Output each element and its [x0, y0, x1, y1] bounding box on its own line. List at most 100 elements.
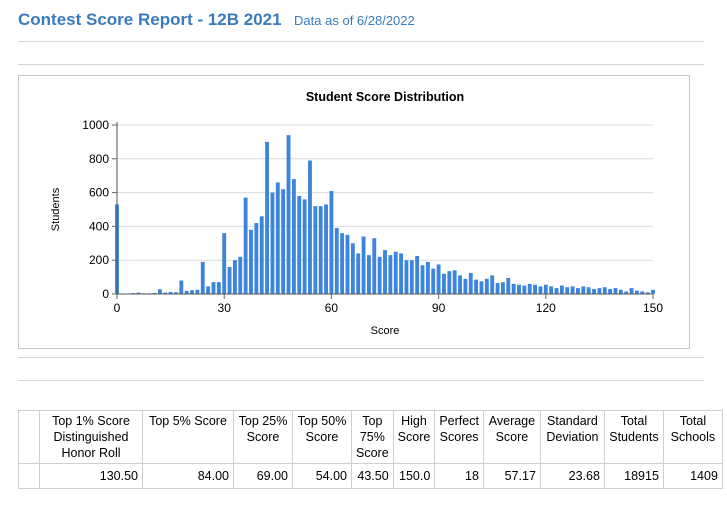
x-tick-label: 120	[536, 301, 556, 315]
histogram-bar	[297, 195, 302, 294]
histogram-bar	[629, 288, 634, 294]
y-tick-label: 400	[89, 219, 109, 233]
histogram-bar	[222, 233, 227, 294]
histogram-bar	[463, 278, 468, 294]
x-tick-label: 90	[432, 301, 446, 315]
histogram-bar	[409, 260, 414, 294]
histogram-bar	[350, 243, 355, 294]
histogram-bar	[527, 283, 532, 294]
histogram-bar	[366, 255, 371, 294]
x-tick-label: 30	[218, 301, 232, 315]
divider	[18, 41, 704, 42]
histogram-bar	[442, 273, 446, 294]
col-top1: Top 1% Score Distinguished Honor Roll	[39, 410, 143, 464]
histogram-bar	[324, 204, 328, 294]
value-schools: 1409	[662, 463, 723, 489]
histogram-bar	[318, 206, 323, 294]
histogram-bar	[511, 283, 516, 294]
histogram-bar	[404, 260, 409, 294]
histogram-bar	[281, 189, 286, 294]
histogram-bar	[265, 141, 270, 294]
value-stddev: 23.68	[539, 463, 605, 489]
y-tick-label: 0	[102, 287, 109, 301]
histogram-bar	[431, 268, 436, 294]
col-top5: Top 5% Score	[142, 410, 234, 464]
histogram-bar	[447, 271, 452, 294]
value-perfect: 18	[434, 463, 484, 489]
col-top25: Top 25% Score	[233, 410, 293, 464]
col-high: High Score	[392, 410, 436, 464]
histogram-bar	[275, 182, 280, 294]
histogram-bar	[602, 287, 607, 294]
histogram-bar	[334, 228, 339, 294]
histogram-bar	[377, 256, 382, 294]
histogram-bar	[570, 286, 575, 294]
data-as-of: Data as of 6/28/2022	[294, 13, 415, 28]
histogram-bar	[495, 283, 500, 294]
histogram-bar	[243, 197, 248, 294]
x-tick-label: 150	[643, 301, 663, 315]
chart-title: Student Score Distribution	[306, 90, 464, 104]
histogram-bar	[179, 280, 184, 294]
histogram-bar	[468, 272, 473, 294]
histogram-bar	[232, 260, 237, 294]
histogram-bar	[372, 238, 377, 294]
histogram-bar	[576, 288, 580, 294]
y-tick-label: 200	[89, 253, 109, 267]
histogram-bar	[157, 289, 162, 294]
histogram-bar	[216, 282, 221, 294]
histogram-bar	[420, 265, 425, 294]
histogram-bar	[227, 266, 232, 294]
histogram-bar	[479, 281, 484, 294]
histogram-bar	[651, 289, 655, 294]
histogram-bar	[211, 282, 216, 294]
histogram-bar	[613, 288, 618, 294]
histogram-bar	[393, 251, 398, 294]
histogram-bar	[474, 279, 479, 294]
y-axis-label: Students	[50, 187, 62, 231]
row-header-blank	[18, 463, 40, 489]
histogram-bar	[399, 253, 404, 294]
stats-header-row: Top 1% Score Distinguished Honor Roll To…	[18, 410, 723, 464]
histogram-bar	[592, 288, 596, 294]
histogram-bar	[254, 223, 259, 294]
histogram-bar	[249, 229, 253, 294]
value-top75: 43.50	[351, 463, 394, 489]
histogram-bar	[484, 278, 489, 294]
histogram-bar	[586, 287, 591, 294]
histogram-bar	[634, 290, 639, 294]
histogram-bar	[565, 287, 570, 294]
histogram-bar	[533, 284, 538, 294]
histogram-bar	[308, 160, 312, 294]
histogram-bar	[522, 285, 527, 294]
score-distribution-chart: Student Score Distribution02004006008001…	[50, 90, 663, 337]
histogram-bar	[618, 289, 623, 294]
col-top75: Top 75% Score	[351, 410, 394, 464]
score-statistics-table: Top 1% Score Distinguished Honor Roll To…	[18, 410, 723, 489]
histogram-bar	[490, 275, 495, 294]
histogram-bar	[554, 288, 559, 294]
histogram-bar	[190, 290, 194, 294]
histogram-bar	[517, 284, 521, 294]
value-average: 57.17	[482, 463, 541, 489]
histogram-bar	[436, 264, 441, 294]
histogram-bar	[195, 289, 200, 294]
x-tick-label: 0	[114, 301, 121, 315]
col-perfect: Perfect Scores	[434, 410, 484, 464]
histogram-bar	[581, 286, 586, 294]
histogram-bar	[506, 277, 511, 294]
histogram-bar	[597, 288, 602, 294]
histogram-bar	[206, 286, 211, 294]
histogram-bar	[543, 284, 548, 294]
chart-panel: Student Score Distribution 0 200 400 600 800 1…	[18, 75, 690, 349]
histogram-bar	[340, 233, 345, 294]
histogram-bar	[361, 236, 366, 294]
report-header: Contest Score Report - 12B 2021 Data as …	[18, 10, 415, 30]
value-top50: 54.00	[292, 463, 352, 489]
histogram-bar	[415, 255, 420, 294]
x-axis-label: Score	[371, 325, 400, 337]
histogram-bar	[270, 192, 275, 294]
histogram-bar	[452, 270, 457, 294]
col-students: Total Students	[603, 410, 664, 464]
histogram-bar	[302, 199, 307, 294]
